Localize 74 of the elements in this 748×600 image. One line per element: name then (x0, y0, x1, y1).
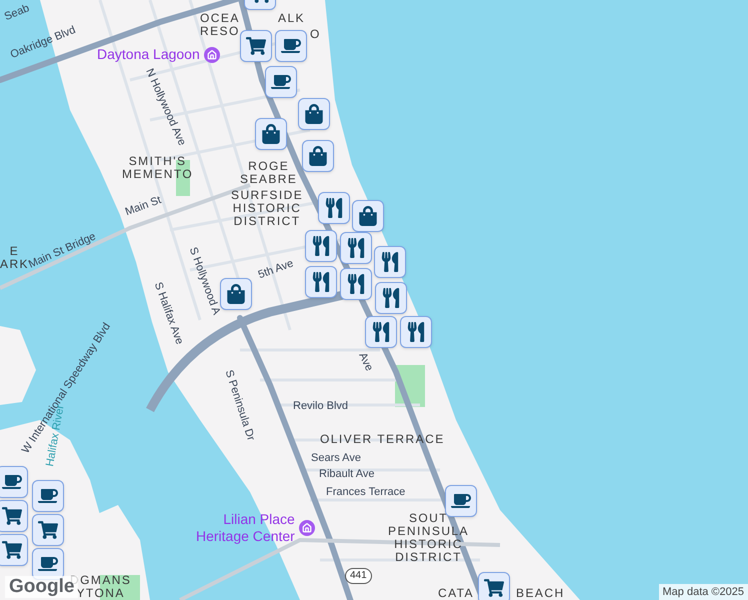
street-label: Main St (123, 193, 164, 220)
shopping-bag-icon (308, 146, 328, 166)
map-marker[interactable] (445, 485, 477, 517)
coffee-cup-icon (271, 72, 291, 92)
shopping-bag-icon (304, 104, 324, 124)
map-marker[interactable] (318, 192, 350, 224)
district-label: BEACH (516, 587, 565, 600)
coffee-cup-icon (451, 491, 471, 511)
map-marker[interactable] (400, 316, 432, 348)
place-label: Lilian Place Heritage Center (196, 511, 295, 545)
shopping-bag-icon (261, 124, 281, 144)
street-label: Frances Terrace (326, 485, 406, 500)
map-marker[interactable] (220, 278, 252, 310)
shopping-cart-icon (2, 506, 22, 526)
street-label: S Halifax Ave (150, 280, 186, 347)
street-label: 5th Ave (256, 256, 296, 284)
coffee-cup-icon (281, 36, 301, 56)
coffee-cup-icon (38, 486, 58, 506)
fork-knife-icon (380, 252, 400, 272)
district-label: E ARK (0, 245, 29, 271)
map-marker[interactable] (305, 266, 337, 298)
coffee-cup-icon (38, 554, 58, 574)
district-label: SOUT PENINSULA HISTORIC DISTRICT (388, 512, 469, 564)
street-label: Ribault Ave (319, 467, 374, 482)
map-marker[interactable] (375, 282, 407, 314)
map-marker[interactable] (298, 98, 330, 130)
map-marker[interactable] (0, 500, 28, 532)
coffee-cup-icon (2, 472, 22, 492)
shopping-cart-icon (38, 520, 58, 540)
map-marker[interactable] (305, 230, 337, 262)
street-label: Sears Ave (311, 451, 361, 466)
map-marker[interactable] (240, 30, 272, 62)
map-marker[interactable] (365, 316, 397, 348)
map-marker[interactable] (32, 514, 64, 546)
map-attribution: Map data ©2025 (658, 584, 748, 600)
map-marker[interactable] (265, 66, 297, 98)
map-marker[interactable] (352, 200, 384, 232)
map-marker[interactable] (340, 232, 372, 264)
fork-knife-icon (324, 198, 344, 218)
shopping-cart-icon (246, 36, 266, 56)
street-label: Revilo Blvd (293, 399, 348, 414)
street-label: Main St Bridge (26, 229, 99, 273)
map-marker[interactable] (374, 246, 406, 278)
fork-knife-icon (346, 238, 366, 258)
shopping-bag-icon (358, 206, 378, 226)
shopping-bag-icon (226, 284, 246, 304)
district-label: OLIVER TERRACE (320, 433, 445, 446)
map-marker[interactable] (478, 572, 510, 600)
map-marker[interactable] (0, 466, 28, 498)
fork-knife-icon (311, 272, 331, 292)
map-marker[interactable] (32, 480, 64, 512)
fork-knife-icon (346, 274, 366, 294)
map-marker[interactable] (275, 30, 307, 62)
place-label: Daytona Lagoon (97, 46, 200, 63)
fork-knife-icon (371, 322, 391, 342)
route-shield: 441 (345, 568, 372, 584)
map-marker[interactable] (255, 118, 287, 150)
map-marker[interactable] (340, 268, 372, 300)
district-label: ROGE SEABRE (240, 160, 298, 186)
fork-knife-icon (406, 322, 426, 342)
district-label: ALK (278, 12, 306, 25)
district-label: SMITH'S MEMENTO (122, 155, 194, 181)
fork-knife-icon (311, 236, 331, 256)
shopping-cart-icon (2, 540, 22, 560)
district-label: CATA (438, 587, 474, 600)
fork-knife-icon (381, 288, 401, 308)
district-label: OCEA RESO (200, 12, 240, 38)
street-label: Seab (2, 1, 32, 25)
street-label: Ave (355, 350, 376, 374)
district-label: O (310, 28, 321, 41)
map-marker[interactable] (302, 140, 334, 172)
shopping-cart-icon (484, 578, 504, 598)
district-label: SURFSIDE HISTORIC DISTRICT (231, 189, 304, 228)
map-marker[interactable] (0, 534, 28, 566)
